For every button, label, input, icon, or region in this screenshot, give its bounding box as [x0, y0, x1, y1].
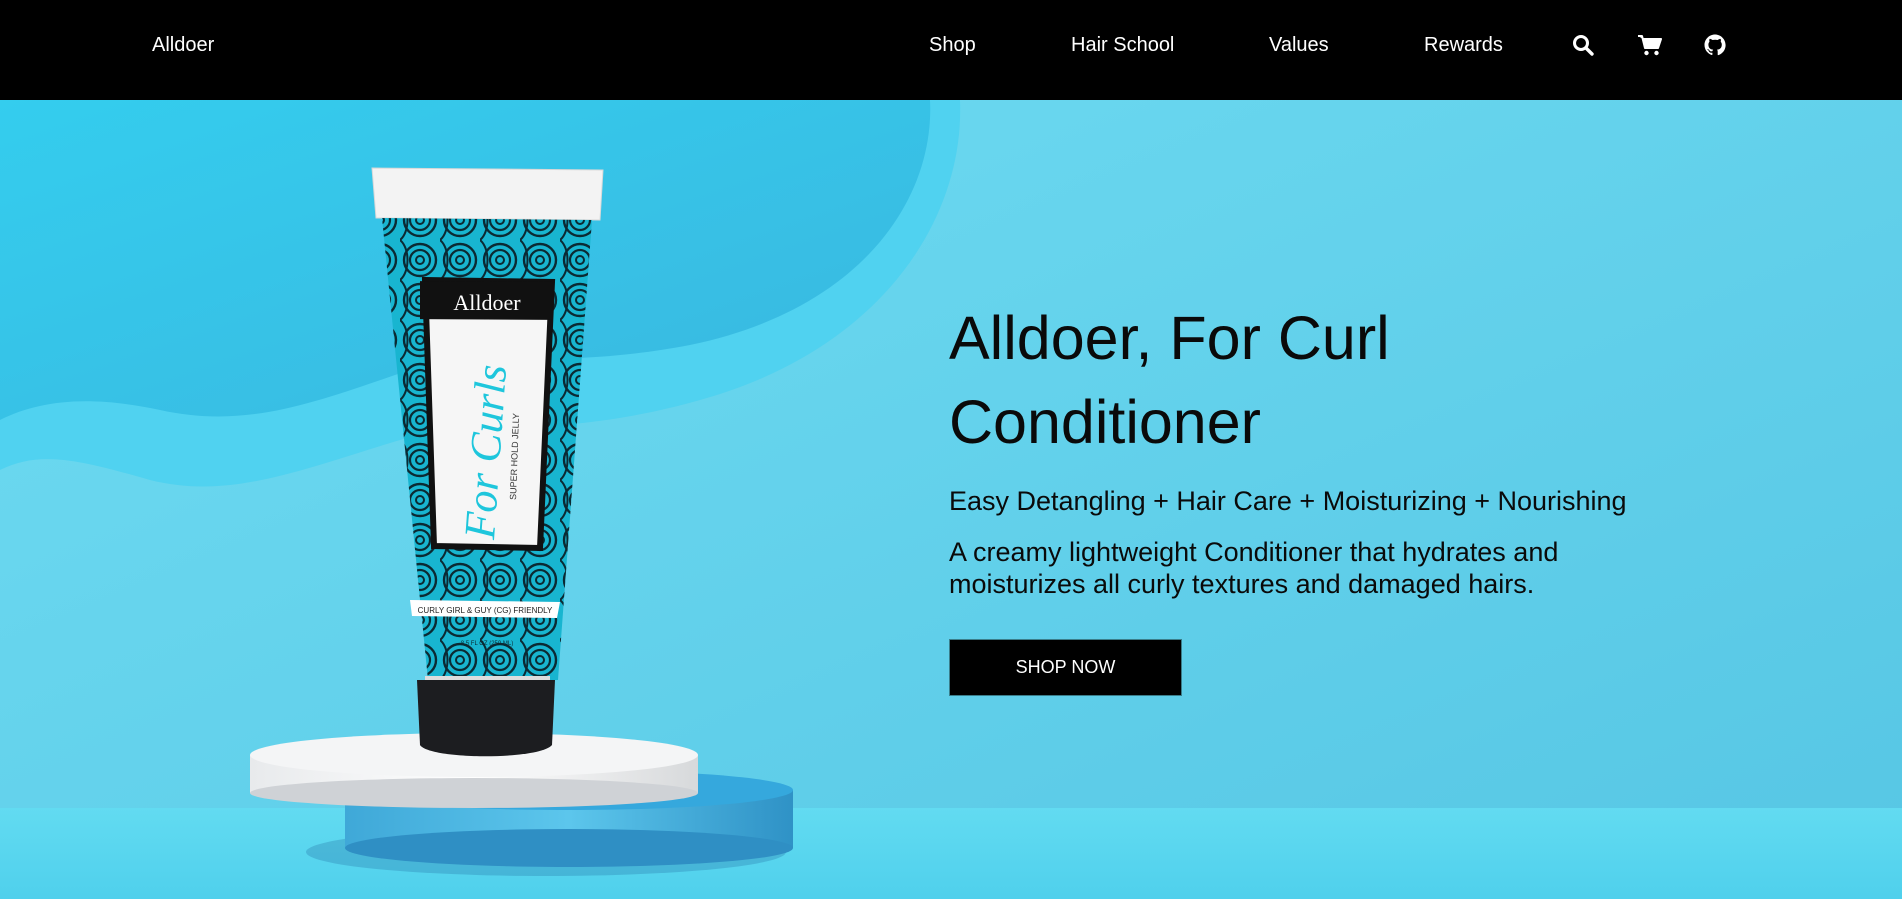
tube-band-text: CURLY GIRL & GUY (CG) FRIENDLY [418, 606, 553, 615]
nav-link-hair-school[interactable]: Hair School [1071, 34, 1174, 57]
nav-link-shop[interactable]: Shop [929, 34, 976, 57]
tube-size-text: 8.5 FL OZ (250 ML) [461, 641, 513, 647]
hero-description: A creamy lightweight Conditioner that hy… [949, 537, 1559, 599]
page: Alldoer For Curls SUPER HOLD JELLY CURLY… [0, 0, 1902, 899]
hero-title: Alldoer, For Curl Conditioner [949, 304, 1390, 456]
tube-brand: Alldoer [453, 290, 521, 315]
shop-now-button[interactable]: SHOP NOW [949, 639, 1182, 696]
top-navbar: Alldoer Shop Hair School Values Rewards [0, 0, 1902, 100]
github-icon[interactable] [1703, 33, 1727, 57]
hero-subtitle: Easy Detangling + Hair Care + Moisturizi… [949, 486, 1627, 516]
nav-link-values[interactable]: Values [1269, 34, 1329, 57]
nav-link-rewards[interactable]: Rewards [1424, 34, 1503, 57]
tube-cap [417, 680, 555, 757]
cart-icon[interactable] [1637, 33, 1662, 57]
brand-logo[interactable]: Alldoer [152, 34, 214, 57]
product-illustration: Alldoer For Curls SUPER HOLD JELLY CURLY… [250, 167, 793, 876]
search-icon[interactable] [1571, 33, 1595, 57]
